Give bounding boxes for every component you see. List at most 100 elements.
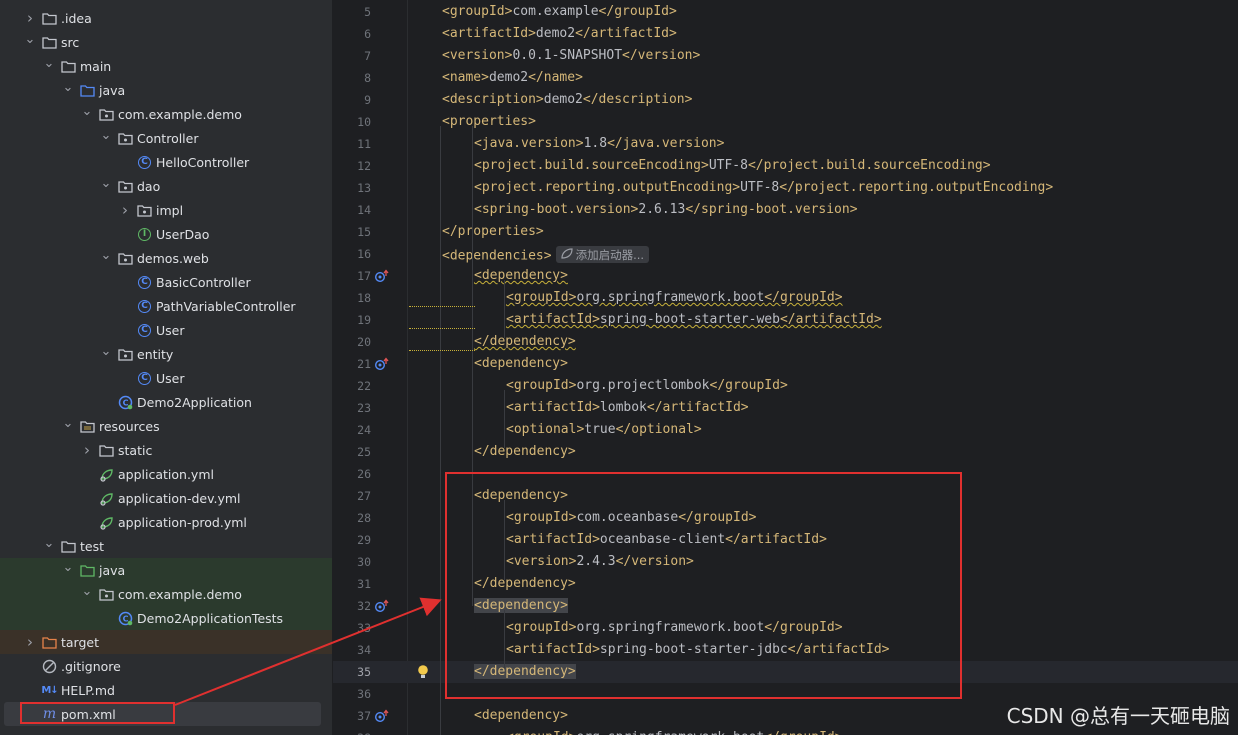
code-line[interactable]: 9 <description>demo2</description> xyxy=(333,89,1238,111)
xml-text: org.springframework.boot xyxy=(576,730,764,735)
line-number: 32 xyxy=(357,599,371,613)
xml-tag: <artifactId> xyxy=(506,400,600,415)
expand-arrow-icon[interactable]: ⌄ xyxy=(43,56,55,71)
code-line[interactable]: 14 <spring-boot.version>2.6.13</spring-bo… xyxy=(333,199,1238,221)
code-line[interactable]: 17 <dependency> xyxy=(333,265,1238,287)
tree-item[interactable]: ⌄ dao xyxy=(0,174,332,198)
code-line[interactable]: 24 <optional>true</optional> xyxy=(333,419,1238,441)
tree-item[interactable]: ⌄ main xyxy=(0,54,332,78)
tree-item[interactable]: ⌄ demos.web xyxy=(0,246,332,270)
xml-tag: </name> xyxy=(528,70,583,85)
collapse-arrow-icon[interactable]: › xyxy=(119,201,131,219)
override-gutter-icon[interactable] xyxy=(374,598,392,614)
add-starters-hint[interactable]: 添加启动器... xyxy=(555,246,650,263)
code-line[interactable]: 21 <dependency> xyxy=(333,353,1238,375)
code-line[interactable]: 8 <name>demo2</name> xyxy=(333,67,1238,89)
tree-item[interactable]: ⌄ com.example.demo xyxy=(0,102,332,126)
line-number: 14 xyxy=(357,203,371,217)
spring-class-icon: C xyxy=(118,611,133,626)
tree-item[interactable]: C User xyxy=(0,318,332,342)
tree-item-label: HELP.md xyxy=(61,682,115,698)
expand-arrow-icon[interactable]: ⌄ xyxy=(62,416,74,431)
xml-tag: <groupId> xyxy=(506,378,577,393)
package-icon xyxy=(118,179,133,194)
code-line[interactable]: 15 </properties> xyxy=(333,221,1238,243)
xml-text: UTF-8 xyxy=(708,158,748,173)
collapse-arrow-icon[interactable]: › xyxy=(24,9,36,27)
line-number: 9 xyxy=(364,93,371,107)
expand-arrow-icon[interactable]: ⌄ xyxy=(100,344,112,359)
expand-arrow-icon[interactable]: ⌄ xyxy=(24,32,36,47)
tree-item[interactable]: ⌄ Controller xyxy=(0,126,332,150)
code-line[interactable]: 25 </dependency> xyxy=(333,441,1238,463)
code-line[interactable]: 6 <artifactId>demo2</artifactId> xyxy=(333,23,1238,45)
code-line[interactable]: 16 <dependencies> 添加启动器... xyxy=(333,243,1238,265)
code-line[interactable]: 12 <project.build.sourceEncoding>UTF-8</p… xyxy=(333,155,1238,177)
line-number: 7 xyxy=(364,49,371,63)
lightbulb-icon[interactable] xyxy=(416,664,434,680)
code-line[interactable]: 11 <java.version>1.8</java.version> xyxy=(333,133,1238,155)
expand-arrow-icon[interactable]: ⌄ xyxy=(43,536,55,551)
tree-item[interactable]: C User xyxy=(0,366,332,390)
tree-item[interactable]: ⌄ java xyxy=(0,78,332,102)
tree-item[interactable]: ⌄ com.example.demo xyxy=(0,582,332,606)
expand-arrow-icon[interactable]: ⌄ xyxy=(62,560,74,575)
collapse-arrow-icon[interactable]: › xyxy=(81,441,93,459)
code-line[interactable]: 5 <groupId>com.example</groupId> xyxy=(333,1,1238,23)
line-number: 11 xyxy=(357,137,371,151)
xml-tag: <artifactId> xyxy=(442,26,536,41)
tree-item[interactable]: C PathVariableController xyxy=(0,294,332,318)
tree-item[interactable]: › static xyxy=(0,438,332,462)
tree-item[interactable]: ⌄ java xyxy=(0,558,332,582)
expand-arrow-icon[interactable]: ⌄ xyxy=(100,176,112,191)
xml-tag: <dependencies> xyxy=(442,248,552,264)
tree-item[interactable]: C HelloController xyxy=(0,150,332,174)
expand-arrow-icon[interactable]: ⌄ xyxy=(81,584,93,599)
code-text: <project.build.sourceEncoding>UTF-8</pro… xyxy=(474,158,991,173)
tree-item[interactable]: application-dev.yml xyxy=(0,486,332,510)
line-number: 17 xyxy=(357,269,371,283)
xml-tag: <description> xyxy=(442,92,544,107)
test-folder-icon xyxy=(80,563,95,578)
tree-item[interactable]: ⌄ resources xyxy=(0,414,332,438)
code-line[interactable]: 22 <groupId>org.projectlombok</groupId> xyxy=(333,375,1238,397)
expand-arrow-icon[interactable]: ⌄ xyxy=(81,104,93,119)
tree-item[interactable]: M↓ HELP.md xyxy=(0,678,332,702)
xml-tag: <project.reporting.outputEncoding> xyxy=(474,180,741,195)
tree-item[interactable]: I UserDao xyxy=(0,222,332,246)
collapse-arrow-icon[interactable]: › xyxy=(24,633,36,651)
override-gutter-icon[interactable] xyxy=(374,708,392,724)
tree-item[interactable]: application-prod.yml xyxy=(0,510,332,534)
tree-item[interactable]: ⌄ src xyxy=(0,30,332,54)
code-line[interactable]: 23 <artifactId>lombok</artifactId> xyxy=(333,397,1238,419)
code-line[interactable]: 10 <properties> xyxy=(333,111,1238,133)
xml-tag: <optional> xyxy=(506,422,585,437)
override-gutter-icon[interactable] xyxy=(374,268,392,284)
tree-item[interactable]: › .idea xyxy=(0,6,332,30)
expand-arrow-icon[interactable]: ⌄ xyxy=(100,128,112,143)
tree-item[interactable]: application.yml xyxy=(0,462,332,486)
code-line[interactable]: 13 <project.reporting.outputEncoding>UTF-… xyxy=(333,177,1238,199)
override-gutter-icon[interactable] xyxy=(374,356,392,372)
line-number: 21 xyxy=(357,357,371,371)
line-number: 23 xyxy=(357,401,371,415)
tree-item[interactable]: C Demo2ApplicationTests xyxy=(0,606,332,630)
gitignore-icon xyxy=(42,659,57,674)
tree-item[interactable]: ⌄ entity xyxy=(0,342,332,366)
xml-tag: <groupId> xyxy=(506,730,576,735)
expand-arrow-icon[interactable]: ⌄ xyxy=(100,248,112,263)
tree-item[interactable]: C BasicController xyxy=(0,270,332,294)
tree-item[interactable]: ⌄ test xyxy=(0,534,332,558)
xml-tag: </dependency> xyxy=(474,334,576,349)
tree-item[interactable]: › impl xyxy=(0,198,332,222)
xml-text: 0.0.1-SNAPSHOT xyxy=(512,48,623,63)
xml-text: spring-boot-starter-web xyxy=(599,312,780,327)
tree-item[interactable]: .gitignore xyxy=(0,654,332,678)
tree-item[interactable]: › target xyxy=(0,630,332,654)
code-line[interactable]: 7 <version>0.0.1-SNAPSHOT</version> xyxy=(333,45,1238,67)
expand-arrow-icon[interactable]: ⌄ xyxy=(62,80,74,95)
tree-item-label: HelloController xyxy=(156,154,250,170)
tree-item[interactable]: C Demo2Application xyxy=(0,390,332,414)
tree-item-label: UserDao xyxy=(156,226,210,242)
